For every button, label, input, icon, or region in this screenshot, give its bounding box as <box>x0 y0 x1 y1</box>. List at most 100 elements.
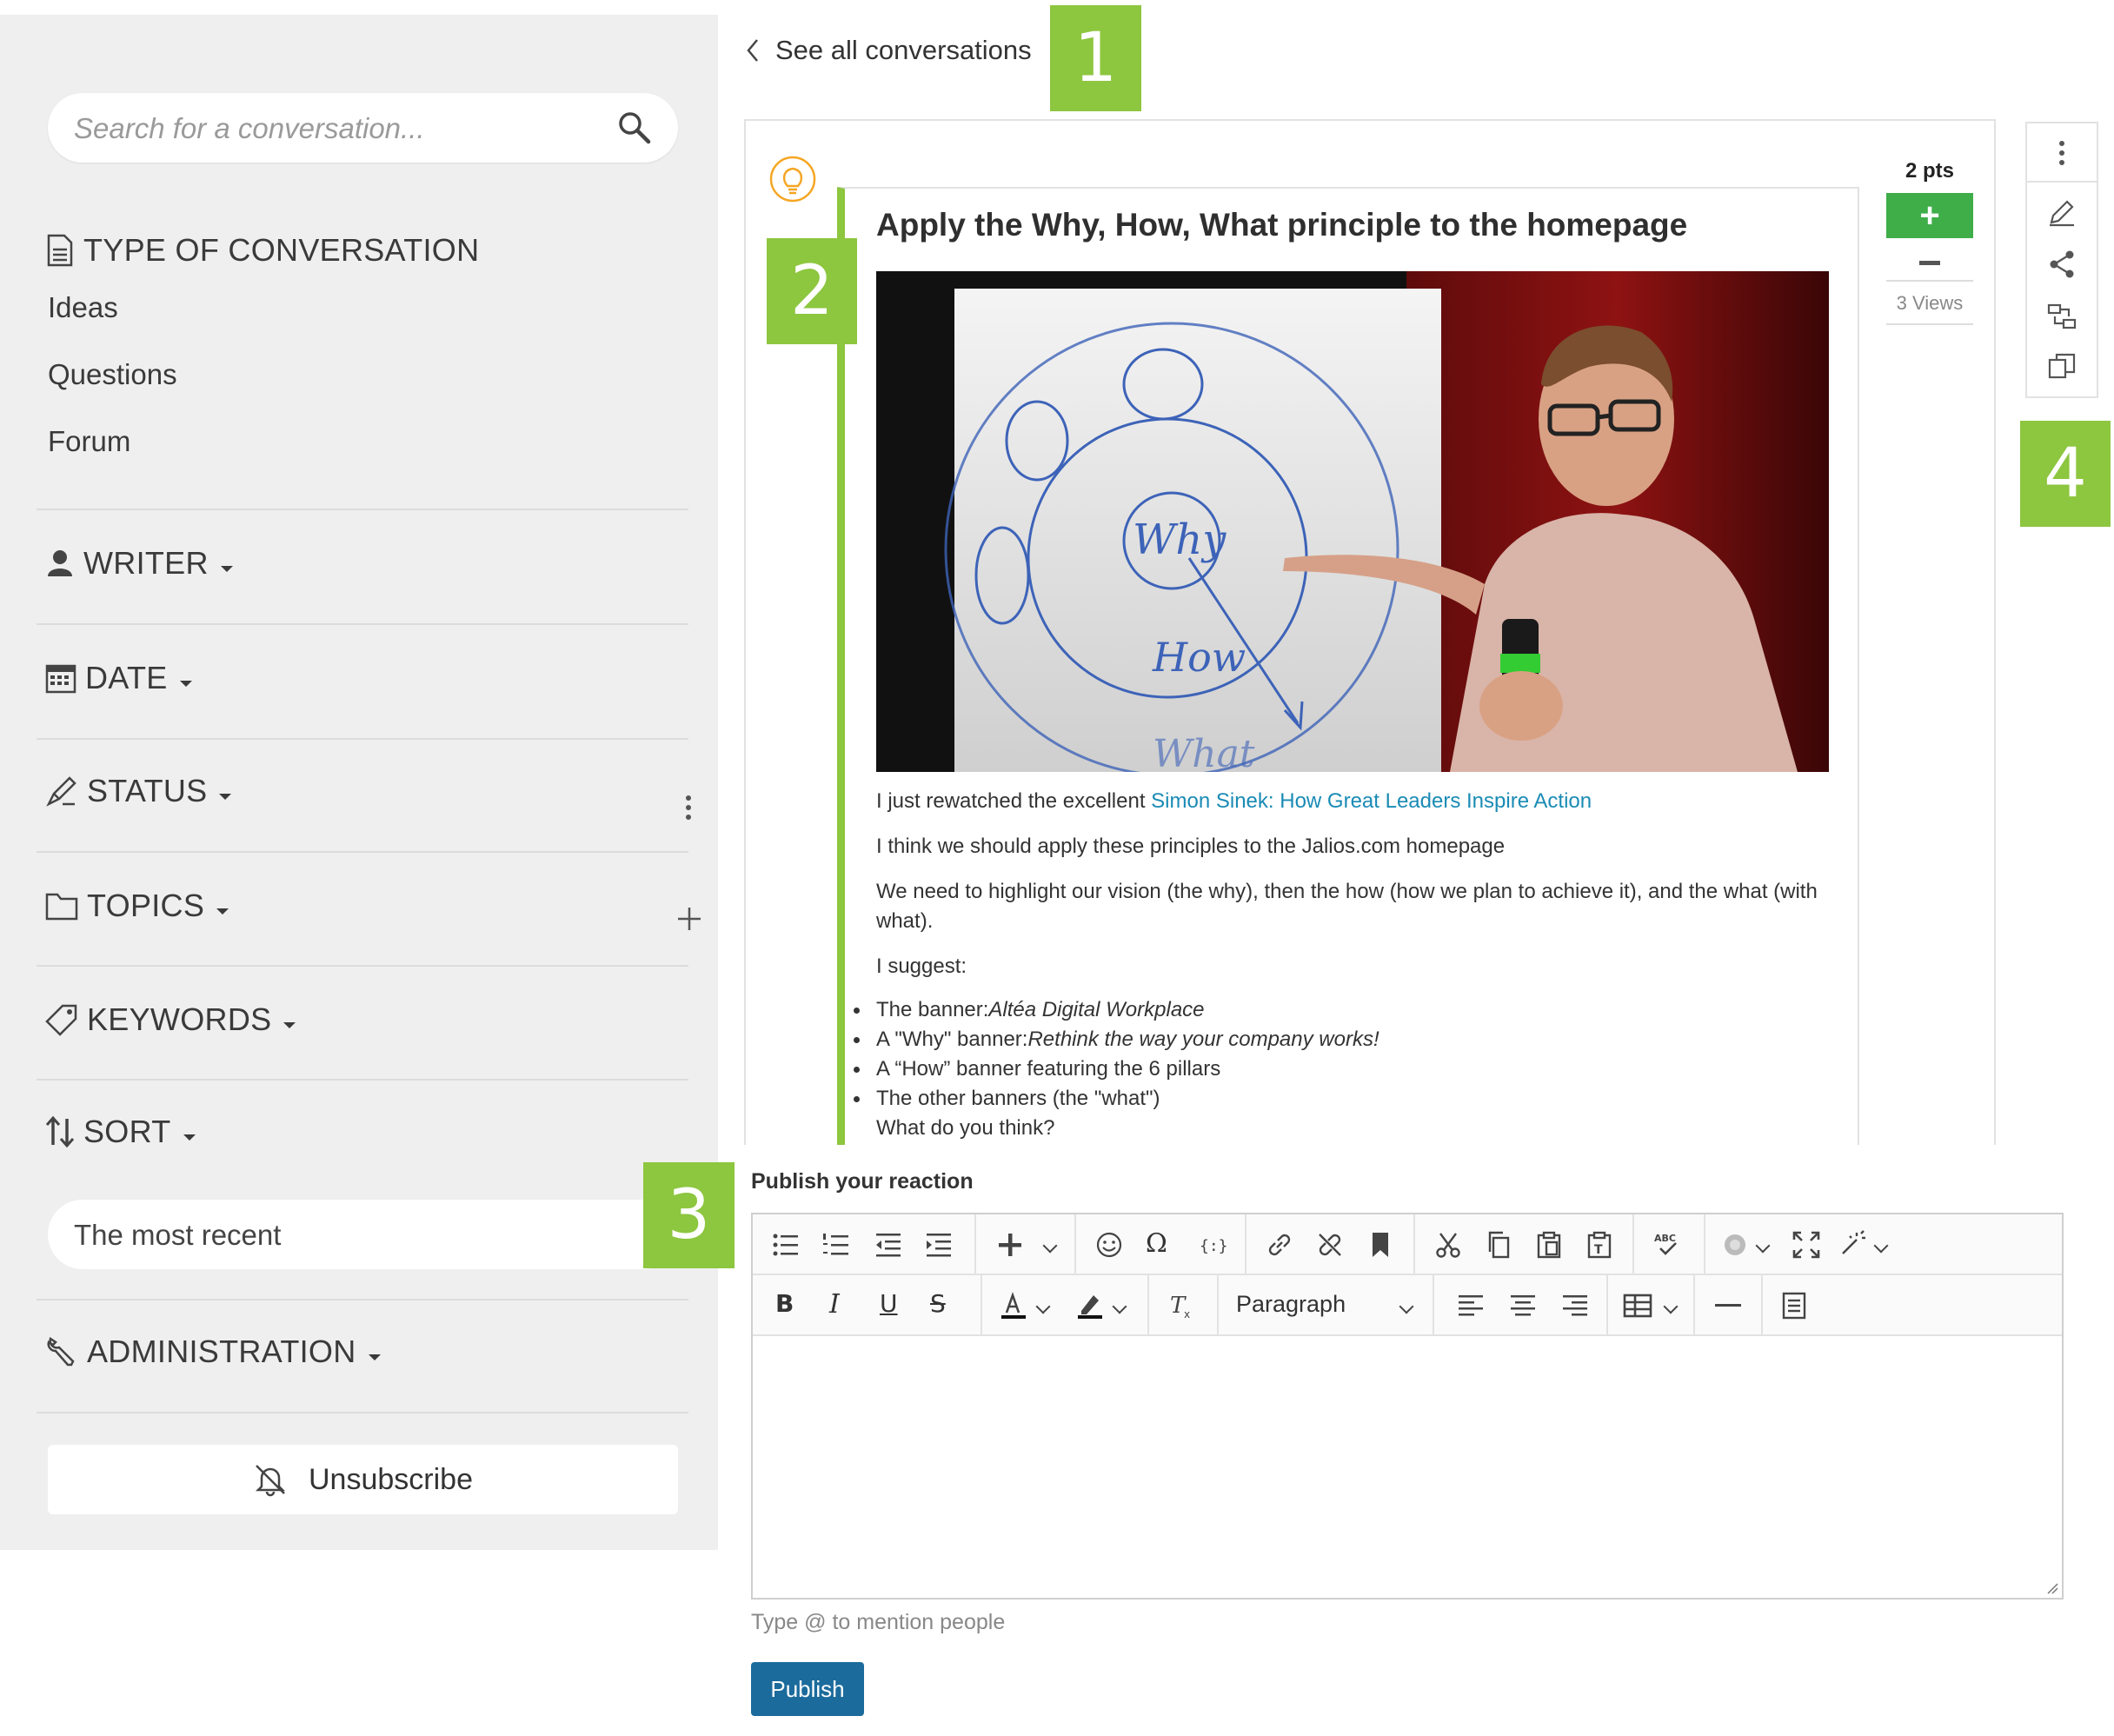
search-icon[interactable] <box>615 109 654 147</box>
simon-sinek-link[interactable]: Simon Sinek: How Great Leaders Inspire A… <box>1151 789 1592 813</box>
highlight-color-icon[interactable] <box>1074 1290 1106 1321</box>
svg-text:ABC: ABC <box>1654 1233 1676 1244</box>
duplicate-icon[interactable] <box>2046 351 2077 382</box>
chevron-down-icon[interactable] <box>1755 1238 1771 1254</box>
paste-text-icon[interactable]: T <box>1584 1229 1615 1260</box>
filter-administration[interactable]: ADMINISTRATION <box>45 1334 381 1370</box>
chevron-down-icon[interactable] <box>1399 1299 1414 1314</box>
horizontal-rule-icon[interactable] <box>1712 1290 1744 1321</box>
post-image: Why How What <box>876 271 1829 772</box>
emoji-icon[interactable] <box>1094 1229 1125 1260</box>
chevron-down-icon[interactable] <box>1035 1299 1051 1314</box>
move-icon[interactable] <box>2046 301 2077 332</box>
align-center-icon[interactable] <box>1507 1290 1539 1321</box>
more-options-icon[interactable] <box>2058 141 2065 165</box>
chevron-down-icon <box>283 1021 296 1028</box>
underline-icon[interactable]: U <box>880 1289 898 1318</box>
chevron-down-icon[interactable] <box>1873 1238 1889 1254</box>
bulleted-list-icon[interactable] <box>770 1229 801 1260</box>
suggestion-list: The banner:Altéa Digital Workplace A "Wh… <box>854 995 1379 1143</box>
type-of-conversation-label: TYPE OF CONVERSATION <box>83 232 480 268</box>
svg-text:x: x <box>1184 1308 1190 1320</box>
paste-icon[interactable] <box>1533 1229 1565 1260</box>
copy-icon[interactable] <box>1483 1229 1514 1260</box>
vote-up-button[interactable]: + <box>1886 193 1973 238</box>
list-item: The banner:Altéa Digital Workplace <box>854 995 1379 1025</box>
link-icon[interactable] <box>1264 1229 1295 1260</box>
sort-select[interactable]: The most recent <box>48 1200 678 1269</box>
template-icon[interactable] <box>1778 1290 1810 1321</box>
divider <box>37 851 688 853</box>
divider <box>37 738 688 740</box>
see-all-conversations-link[interactable]: See all conversations <box>746 35 1032 66</box>
wrench-icon <box>47 1337 75 1367</box>
text-color-icon[interactable] <box>998 1290 1029 1321</box>
filter-administration-label: ADMINISTRATION <box>87 1334 356 1369</box>
image-text-how: How <box>1152 634 1246 681</box>
post-paragraph-intro: I just rewatched the excellent Simon Sin… <box>876 787 1829 816</box>
italic-icon[interactable]: I <box>829 1289 840 1320</box>
fullscreen-icon[interactable] <box>1791 1229 1822 1260</box>
chevron-down-icon <box>179 680 192 687</box>
filter-status[interactable]: STATUS <box>45 773 232 809</box>
tag-icon <box>45 1004 77 1036</box>
unsubscribe-button[interactable]: Unsubscribe <box>48 1445 678 1514</box>
unlink-icon[interactable] <box>1314 1229 1346 1260</box>
bookmark-icon[interactable] <box>1365 1229 1396 1260</box>
publish-reaction-heading: Publish your reaction <box>751 1169 974 1194</box>
bold-icon[interactable]: B <box>775 1289 794 1318</box>
vote-down-button[interactable] <box>1919 261 1940 265</box>
cut-icon[interactable] <box>1433 1229 1464 1260</box>
strikethrough-icon[interactable]: S <box>930 1289 946 1318</box>
status-more-icon[interactable] <box>685 795 692 820</box>
chevron-down-icon <box>216 908 229 915</box>
indent-icon[interactable] <box>923 1229 954 1260</box>
align-right-icon[interactable] <box>1559 1290 1591 1321</box>
filter-date[interactable]: DATE <box>45 660 192 696</box>
folder-icon <box>45 893 78 921</box>
publish-button[interactable]: Publish <box>751 1662 864 1716</box>
callout-badge-4: 4 <box>2020 421 2111 527</box>
filter-keywords[interactable]: KEYWORDS <box>45 1001 296 1038</box>
chevron-down-icon[interactable] <box>1042 1238 1058 1254</box>
lightbulb-icon <box>769 156 816 203</box>
divider <box>37 509 688 510</box>
chevron-down-icon[interactable] <box>1112 1299 1127 1314</box>
paragraph-format-select[interactable]: Paragraph <box>1236 1291 1346 1318</box>
special-char-icon[interactable]: Ω <box>1146 1228 1167 1259</box>
type-item-ideas[interactable]: Ideas <box>48 291 118 324</box>
divider <box>37 1079 688 1081</box>
list-item: A “How” banner featuring the 6 pillars <box>854 1054 1379 1084</box>
filter-writer[interactable]: WRITER <box>45 545 233 582</box>
clear-formatting-icon[interactable]: Tx <box>1167 1290 1198 1321</box>
insert-plus-icon[interactable] <box>994 1229 1026 1260</box>
align-left-icon[interactable] <box>1455 1290 1486 1321</box>
edit-icon[interactable] <box>2046 196 2077 228</box>
list-item: A "Why" banner:Rethink the way your comp… <box>854 1025 1379 1054</box>
sort-select-value: The most recent <box>74 1219 282 1251</box>
sort-arrows-icon <box>45 1115 75 1148</box>
divider <box>1886 323 1973 325</box>
code-snippet-icon[interactable]: {:} <box>1196 1229 1227 1260</box>
chevron-down-icon[interactable] <box>1663 1299 1679 1314</box>
share-icon[interactable] <box>2046 249 2077 280</box>
outdent-icon[interactable] <box>873 1229 904 1260</box>
magic-wand-icon[interactable] <box>1836 1229 1867 1260</box>
language-icon[interactable] <box>1721 1229 1752 1260</box>
filter-writer-label: WRITER <box>83 545 209 581</box>
resize-handle-icon[interactable] <box>2044 1580 2058 1594</box>
editor-text-area[interactable] <box>753 1336 2062 1598</box>
spellcheck-icon[interactable]: ABC <box>1652 1229 1683 1260</box>
search-input[interactable]: Search for a conversation... <box>48 93 678 163</box>
filter-sort[interactable]: SORT <box>45 1114 196 1150</box>
filter-topics[interactable]: TOPICS <box>45 888 229 924</box>
mention-hint: Type @ to mention people <box>751 1610 1006 1634</box>
add-topic-icon[interactable] <box>676 906 702 932</box>
chevron-down-icon <box>183 1134 196 1141</box>
type-item-questions[interactable]: Questions <box>48 358 177 391</box>
table-icon[interactable] <box>1622 1290 1653 1321</box>
post-actions-toolbar <box>2025 122 2098 398</box>
filter-keywords-label: KEYWORDS <box>87 1001 272 1037</box>
numbered-list-icon[interactable] <box>821 1229 852 1260</box>
type-item-forum[interactable]: Forum <box>48 425 130 458</box>
